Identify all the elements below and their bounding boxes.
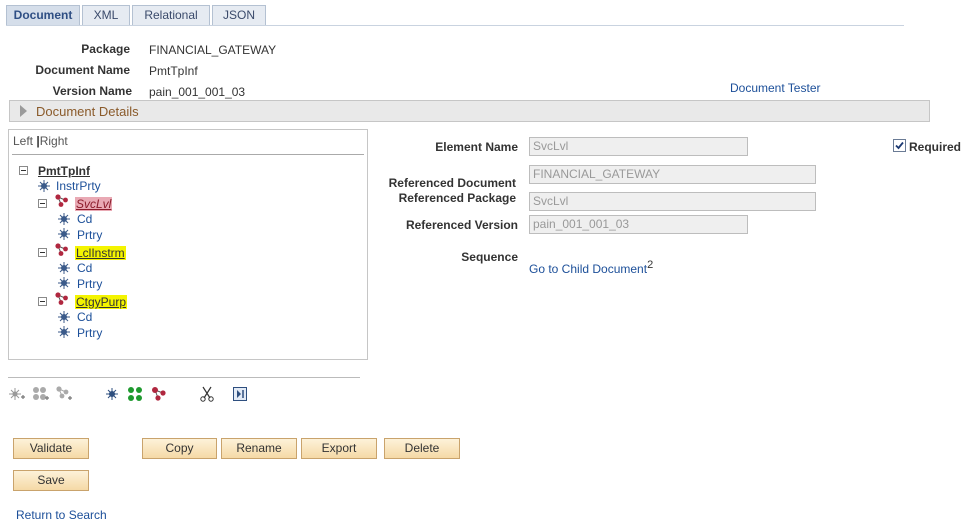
element-icon bbox=[58, 326, 70, 338]
copy-button[interactable]: Copy bbox=[142, 438, 217, 459]
tab-document[interactable]: Document bbox=[6, 5, 80, 26]
go-to-child-document-text[interactable]: Go to Child Document bbox=[529, 262, 647, 276]
element-icon bbox=[38, 180, 50, 192]
document-name-value: PmtTpInf bbox=[149, 64, 198, 78]
element-icon bbox=[58, 262, 70, 274]
child-document-superscript: 2 bbox=[647, 259, 654, 271]
referenced-package-field[interactable]: SvcLvl bbox=[529, 192, 816, 211]
referenced-document-field[interactable]: FINANCIAL_GATEWAY bbox=[529, 165, 816, 184]
tree-right-link[interactable]: Right bbox=[40, 134, 68, 148]
tab-json[interactable]: JSON bbox=[212, 5, 266, 25]
element-icon bbox=[58, 277, 70, 289]
element-icon bbox=[58, 213, 70, 225]
rename-button[interactable]: Rename bbox=[221, 438, 297, 459]
validate-button[interactable]: Validate bbox=[13, 438, 89, 459]
toolbar-divider bbox=[8, 377, 360, 378]
element-type-icon[interactable] bbox=[105, 387, 119, 401]
package-value: FINANCIAL_GATEWAY bbox=[149, 43, 277, 57]
collapse-root-icon[interactable] bbox=[19, 166, 28, 175]
tree-node-ctgypurp[interactable]: CtgyPurp bbox=[75, 295, 128, 309]
tree-node-ctgypurp-prtry[interactable]: Prtry bbox=[77, 326, 102, 340]
package-label: Package bbox=[81, 42, 130, 56]
document-tester-link[interactable]: Document Tester bbox=[730, 81, 821, 95]
add-group-elements-icon[interactable] bbox=[32, 386, 49, 401]
group-icon bbox=[55, 194, 68, 207]
cut-icon[interactable] bbox=[200, 386, 214, 402]
tab-relational[interactable]: Relational bbox=[132, 5, 210, 25]
tree-node-svclvl[interactable]: SvcLvl bbox=[75, 197, 113, 211]
document-name-label: Document Name bbox=[35, 63, 130, 77]
export-button[interactable]: Export bbox=[301, 438, 377, 459]
document-details-bar[interactable]: Document Details bbox=[9, 100, 930, 122]
group-icon bbox=[55, 292, 68, 305]
referenced-version-field[interactable]: pain_001_001_03 bbox=[529, 215, 748, 234]
version-name-value: pain_001_001_03 bbox=[149, 85, 246, 99]
referenced-package-label: Referenced Package bbox=[398, 191, 516, 205]
tree-left-link[interactable]: Left bbox=[13, 134, 33, 148]
delete-button[interactable]: Delete bbox=[384, 438, 460, 459]
add-element-icon[interactable] bbox=[9, 387, 25, 401]
add-compound-icon[interactable] bbox=[56, 386, 73, 401]
tree-toggle: Left |Right bbox=[13, 134, 68, 148]
referenced-version-label: Referenced Version bbox=[405, 218, 518, 232]
move-to-end-icon[interactable] bbox=[233, 387, 247, 401]
tree-node-lclinstrm-cd[interactable]: Cd bbox=[77, 261, 92, 275]
tree-node-instrprty[interactable]: InstrPrty bbox=[56, 179, 101, 193]
tree-node-lclinstrm[interactable]: LclInstrm bbox=[75, 246, 126, 260]
tree-header-divider bbox=[12, 154, 364, 155]
return-to-search-link[interactable]: Return to Search bbox=[16, 508, 107, 522]
checkmark-icon bbox=[895, 141, 904, 150]
required-checkbox[interactable] bbox=[893, 139, 906, 152]
tree-node-lclinstrm-prtry[interactable]: Prtry bbox=[77, 277, 102, 291]
element-icon bbox=[58, 228, 70, 240]
sequence-label: Sequence bbox=[461, 250, 518, 264]
required-label: Required bbox=[909, 140, 962, 154]
version-name-label: Version Name bbox=[52, 84, 132, 98]
go-to-child-document-link[interactable]: Go to Child Document2 bbox=[529, 259, 653, 276]
expand-triangle-icon[interactable] bbox=[20, 105, 27, 117]
tab-divider bbox=[6, 25, 904, 26]
tree-root[interactable]: PmtTpInf bbox=[38, 164, 90, 178]
element-name-field[interactable]: SvcLvl bbox=[529, 137, 748, 156]
collection-type-icon[interactable] bbox=[127, 386, 143, 402]
collapse-lclinstrm-icon[interactable] bbox=[38, 248, 47, 257]
element-icon bbox=[58, 311, 70, 323]
document-details-label: Document Details bbox=[36, 104, 139, 119]
referenced-document-label: Referenced Document bbox=[388, 176, 516, 190]
collapse-svclvl-icon[interactable] bbox=[38, 199, 47, 208]
save-button[interactable]: Save bbox=[13, 470, 89, 491]
collapse-ctgypurp-icon[interactable] bbox=[38, 297, 47, 306]
tree-node-svclvl-cd[interactable]: Cd bbox=[77, 212, 92, 226]
tab-xml[interactable]: XML bbox=[82, 5, 130, 25]
tree-node-ctgypurp-cd[interactable]: Cd bbox=[77, 310, 92, 324]
element-name-label: Element Name bbox=[435, 140, 518, 154]
group-icon bbox=[55, 243, 68, 256]
compound-type-icon[interactable] bbox=[151, 386, 167, 402]
tree-node-svclvl-prtry[interactable]: Prtry bbox=[77, 228, 102, 242]
